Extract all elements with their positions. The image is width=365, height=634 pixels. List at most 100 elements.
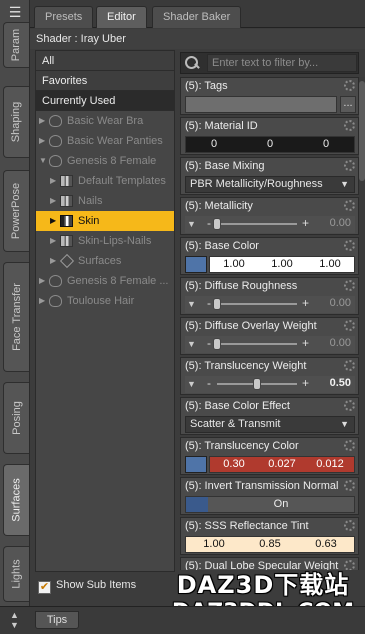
minus-icon[interactable]: - xyxy=(207,216,211,231)
tab-presets[interactable]: Presets xyxy=(34,6,94,28)
search-icon[interactable] xyxy=(184,55,200,71)
slider-knob[interactable] xyxy=(213,298,221,310)
prop-base-color: (5): Base Color 1.00 1.00 1.00 xyxy=(180,237,359,275)
base-color-swatch[interactable] xyxy=(185,256,207,273)
tree-item[interactable]: ▶ Surfaces xyxy=(36,251,174,271)
tree-item[interactable]: ▶ Nails xyxy=(36,191,174,211)
scrollbar-thumb[interactable] xyxy=(359,81,365,181)
expand-arrow-icon[interactable]: ▶ xyxy=(39,271,45,291)
expand-arrow-icon[interactable]: ▶ xyxy=(39,131,45,151)
tags-browse-button[interactable]: ... xyxy=(340,96,356,113)
expand-arrow-icon[interactable]: ▶ xyxy=(50,251,56,271)
gear-icon[interactable] xyxy=(344,320,355,331)
tree-item[interactable]: ▶ Genesis 8 Female ... xyxy=(36,271,174,291)
tab-surfaces[interactable]: Surfaces xyxy=(3,464,29,536)
translucency-color-swatch[interactable] xyxy=(185,456,207,473)
collapse-arrow-icon[interactable]: ▼ xyxy=(39,151,47,171)
gear-icon[interactable] xyxy=(344,160,355,171)
tree-item[interactable]: ▶ Default Templates xyxy=(36,171,174,191)
invert-transmission-toggle[interactable]: On xyxy=(185,496,355,513)
minus-icon[interactable]: - xyxy=(207,336,211,351)
slider-knob[interactable] xyxy=(213,218,221,230)
chevron-down-icon[interactable]: ▼ xyxy=(187,339,196,349)
minus-icon[interactable]: - xyxy=(207,296,211,311)
show-sub-items-checkbox[interactable]: ✔ Show Sub Items xyxy=(38,577,136,594)
filter-input[interactable]: Enter text to filter by... xyxy=(207,54,357,72)
expand-arrow-icon[interactable]: ▶ xyxy=(50,231,56,251)
prop-dual-lobe-specular-weight: (5): Dual Lobe Specular Weight xyxy=(180,557,359,570)
expand-arrow-icon[interactable]: ▶ xyxy=(39,291,45,311)
gear-icon[interactable] xyxy=(344,560,355,570)
prop-diffuse-overlay-weight: (5): Diffuse Overlay Weight ▼ - +0.00 xyxy=(180,317,359,355)
preset-currently-used[interactable]: Currently Used xyxy=(36,91,174,111)
tab-face-transfer[interactable]: Face Transfer xyxy=(3,262,29,372)
tree-item[interactable]: ▶ Skin-Lips-Nails xyxy=(36,231,174,251)
gear-icon[interactable] xyxy=(344,360,355,371)
vertical-tab-strip: ☰ Param Shaping PowerPose Face Transfer … xyxy=(0,0,30,606)
chevron-down-icon[interactable]: ▼ xyxy=(187,219,196,229)
minus-icon[interactable]: - xyxy=(207,376,211,391)
diffuse-overlay-weight-slider[interactable]: ▼ - +0.00 xyxy=(185,336,355,353)
prop-sss-reflectance-tint: (5): SSS Reflectance Tint 1.00 0.85 0.63 xyxy=(180,517,359,555)
expand-arrow-icon[interactable]: ▶ xyxy=(50,211,56,231)
top-tab-bar: Presets Editor Shader Baker xyxy=(30,0,365,28)
gear-icon[interactable] xyxy=(344,480,355,491)
gear-icon[interactable] xyxy=(344,280,355,291)
translucency-weight-slider[interactable]: ▼ - +0.50 xyxy=(185,376,355,393)
slider-knob[interactable] xyxy=(213,338,221,350)
gear-icon[interactable] xyxy=(344,520,355,531)
gear-icon[interactable] xyxy=(344,80,355,91)
gear-icon[interactable] xyxy=(344,200,355,211)
tree-item[interactable]: ▶ Basic Wear Bra xyxy=(36,111,174,131)
prop-base-mixing: (5): Base Mixing PBR Metallicity/Roughne… xyxy=(180,157,359,195)
diffuse-roughness-slider[interactable]: ▼ - +0.00 xyxy=(185,296,355,313)
collapse-arrows-icon[interactable]: ▲ ▼ xyxy=(10,610,19,630)
tree-item[interactable]: ▼ Genesis 8 Female xyxy=(36,151,174,171)
material-group-icon xyxy=(60,235,73,247)
figure-icon xyxy=(49,155,62,167)
material-group-icon xyxy=(60,215,73,227)
tree-item[interactable]: ▶ Toulouse Hair xyxy=(36,291,174,311)
preset-favorites[interactable]: Favorites xyxy=(36,71,174,91)
base-mixing-dropdown[interactable]: PBR Metallicity/Roughness ▼ xyxy=(185,176,355,193)
gear-icon[interactable] xyxy=(344,400,355,411)
menu-icon[interactable]: ☰ xyxy=(6,4,24,20)
tab-lights[interactable]: Lights xyxy=(3,546,29,602)
tree-item[interactable]: ▶ Basic Wear Panties xyxy=(36,131,174,151)
prop-metallicity: (5): Metallicity ▼ - +0.00 xyxy=(180,197,359,235)
gear-icon[interactable] xyxy=(344,240,355,251)
tab-shaping[interactable]: Shaping xyxy=(3,86,29,158)
checkmark-icon[interactable]: ✔ xyxy=(38,581,51,594)
plus-icon[interactable]: + xyxy=(302,336,309,351)
tags-field[interactable] xyxy=(185,96,337,113)
prop-translucency-color: (5): Translucency Color 0.30 0.027 0.012 xyxy=(180,437,359,475)
sss-reflectance-tint-values[interactable]: 1.00 0.85 0.63 xyxy=(185,536,355,553)
expand-arrow-icon[interactable]: ▶ xyxy=(50,171,56,191)
figure-icon xyxy=(49,135,62,147)
property-scrollbar[interactable] xyxy=(359,77,365,570)
translucency-color-values[interactable]: 0.30 0.027 0.012 xyxy=(209,456,355,473)
base-color-effect-dropdown[interactable]: Scatter & Transmit ▼ xyxy=(185,416,355,433)
gear-icon[interactable] xyxy=(344,120,355,131)
metallicity-slider[interactable]: ▼ - +0.00 xyxy=(185,216,355,233)
tab-tips[interactable]: Tips xyxy=(35,611,79,629)
expand-arrow-icon[interactable]: ▶ xyxy=(39,111,45,131)
tab-editor[interactable]: Editor xyxy=(96,6,147,28)
tab-shader-baker[interactable]: Shader Baker xyxy=(152,6,242,28)
expand-arrow-icon[interactable]: ▶ xyxy=(50,191,56,211)
tab-posing[interactable]: Posing xyxy=(3,382,29,454)
chevron-down-icon[interactable]: ▼ xyxy=(187,379,196,389)
preset-all[interactable]: All xyxy=(36,51,174,71)
plus-icon[interactable]: + xyxy=(302,376,309,391)
plus-icon[interactable]: + xyxy=(302,296,309,311)
gear-icon[interactable] xyxy=(344,440,355,451)
tab-param[interactable]: Param xyxy=(3,22,29,68)
material-id-field[interactable]: 0 0 0 xyxy=(185,136,355,153)
plus-icon[interactable]: + xyxy=(302,216,309,231)
base-color-values[interactable]: 1.00 1.00 1.00 xyxy=(209,256,355,273)
slider-knob[interactable] xyxy=(253,378,261,390)
prop-diffuse-roughness: (5): Diffuse Roughness ▼ - +0.00 xyxy=(180,277,359,315)
tab-powerpose[interactable]: PowerPose xyxy=(3,170,29,252)
tree-item-skin[interactable]: ▶ Skin xyxy=(36,211,174,231)
chevron-down-icon[interactable]: ▼ xyxy=(187,299,196,309)
